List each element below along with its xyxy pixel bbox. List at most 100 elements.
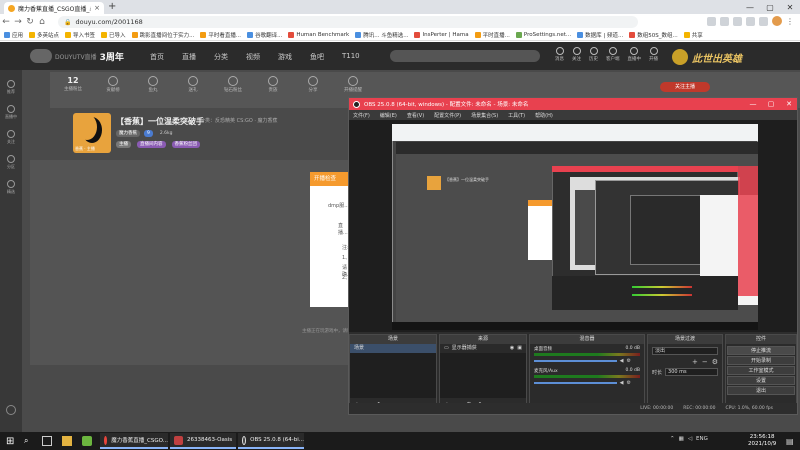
start-button[interactable]: ⊞ — [6, 436, 14, 447]
gear-icon[interactable]: ⚙ — [627, 358, 631, 364]
speaker-icon[interactable]: ◀ — [620, 380, 624, 386]
maximize-button[interactable]: ▢ — [760, 0, 780, 14]
volume-icon[interactable]: ◁ — [688, 436, 692, 442]
network-icon[interactable]: ▦ — [679, 436, 684, 442]
bookmark-item[interactable]: 平时看直播... — [200, 31, 241, 39]
task-view-icon[interactable] — [42, 436, 52, 446]
scene-item[interactable]: 场景 — [350, 344, 436, 353]
extension-icon[interactable] — [759, 16, 768, 26]
nav-item[interactable]: 鱼吧 — [310, 52, 324, 62]
gear-icon[interactable]: ⚙ — [712, 358, 718, 366]
nav-item[interactable]: 游戏 — [278, 52, 292, 62]
nav-item[interactable]: 直播 — [182, 52, 196, 62]
start-recording-button[interactable]: 开始录制 — [727, 356, 795, 365]
notification-icon[interactable]: ▤ — [786, 437, 794, 446]
minimize-button[interactable]: — — [740, 0, 760, 14]
bookmark-item[interactable]: 多英站点 — [29, 31, 59, 39]
transition-select[interactable]: 淡出 — [652, 347, 718, 355]
bookmark-item[interactable]: 数组50S_数组... — [629, 31, 678, 39]
gear-icon[interactable]: ⚙ — [627, 380, 631, 386]
menu-tools[interactable]: 工具(T) — [508, 112, 525, 119]
search-icon[interactable]: ⌕ — [24, 436, 34, 446]
taskbar-app-chrome[interactable]: 魔力香蕉直播_CSGO... — [100, 433, 168, 449]
eye-icon[interactable]: ◉ — [510, 344, 514, 353]
studio-mode-button[interactable]: 工作室模式 — [727, 366, 795, 375]
new-tab-button[interactable]: + — [108, 1, 116, 12]
sidebar-item[interactable]: 直播中 — [0, 105, 22, 120]
sidebar-item[interactable]: 精选 — [0, 180, 22, 195]
settings-icon[interactable] — [6, 405, 16, 415]
header-icon[interactable]: 开播 — [649, 47, 658, 62]
menu-help[interactable]: 帮助(H) — [535, 112, 553, 119]
menu-file[interactable]: 文件(F) — [353, 112, 370, 119]
bookmark-item[interactable]: 数据库 | 频道... — [577, 31, 623, 39]
stat-item[interactable]: 鱼丸 — [140, 76, 166, 93]
back-button[interactable]: ← — [0, 17, 12, 27]
settings-button[interactable]: 设置 — [727, 376, 795, 385]
owner-name[interactable]: 魔力香蕉 — [116, 130, 140, 137]
nav-item[interactable]: 首页 — [150, 52, 164, 62]
bookmark-item[interactable]: 谷歌翻译... — [247, 31, 282, 39]
close-button[interactable]: ✕ — [780, 0, 800, 14]
tag-chip[interactable]: 直播间内容 — [137, 141, 166, 148]
header-icon[interactable]: 消息 — [555, 47, 564, 62]
extension-icon[interactable] — [746, 16, 755, 26]
file-explorer-icon[interactable] — [62, 436, 72, 446]
stop-streaming-button[interactable]: 停止推流 — [727, 346, 795, 355]
douyu-search-input[interactable] — [390, 50, 540, 62]
add-icon[interactable]: + — [692, 358, 698, 366]
nav-item[interactable]: 视频 — [246, 52, 260, 62]
nav-item[interactable]: T110 — [342, 52, 360, 62]
room-category[interactable]: 分类：反恐精英 CS:GO · 魔力香蕉 — [200, 117, 278, 124]
lock-icon[interactable]: ▣ — [517, 344, 526, 353]
menu-view[interactable]: 查看(V) — [407, 112, 424, 119]
header-icon[interactable]: 客户端 — [606, 47, 620, 62]
bookmark-item[interactable]: 应用 — [4, 31, 23, 39]
exit-button[interactable]: 退出 — [727, 386, 795, 395]
taskbar-app-oasis[interactable]: 26338463-Oasis — [170, 433, 236, 449]
volume-slider[interactable] — [534, 382, 617, 384]
bookmark-item[interactable]: 共享 — [683, 31, 703, 39]
obs-close-button[interactable]: ✕ — [781, 98, 797, 110]
duration-input[interactable]: 300 ms — [665, 368, 718, 376]
bookmark-item[interactable]: 已导入 — [101, 31, 126, 39]
header-icon[interactable]: 历史 — [589, 47, 598, 62]
reload-button[interactable]: ↻ — [24, 17, 36, 27]
stat-item[interactable]: 钻石粉丝 — [220, 76, 246, 93]
tab-close-icon[interactable]: × — [94, 4, 100, 12]
stat-item[interactable]: 贵族 — [260, 76, 286, 93]
stat-item[interactable]: 送礼 — [180, 76, 206, 93]
scenes-list[interactable]: 场景 — [350, 344, 436, 398]
nav-item[interactable]: 分类 — [214, 52, 228, 62]
bookmark-item[interactable]: 平时直播... — [474, 31, 510, 39]
tag-chip[interactable]: 香蕉粉丝团 — [171, 141, 200, 148]
bookmark-item[interactable]: InsPerter | Hama — [414, 32, 469, 38]
room-avatar[interactable]: 香蕉 · 主播 — [73, 113, 111, 153]
obs-minimize-button[interactable]: — — [745, 98, 761, 110]
home-button[interactable]: ⌂ — [36, 17, 48, 27]
douyu-logo[interactable]: DOUYUTV直播 3周年 — [30, 49, 124, 63]
bookmark-item[interactable]: 跳影直播间位于实力... — [131, 31, 194, 39]
menu-profile[interactable]: 配置文件(P) — [434, 112, 461, 119]
remove-icon[interactable]: − — [702, 358, 708, 366]
address-bar[interactable]: 🔒 douyu.com/2001168 — [58, 16, 638, 28]
stat-item[interactable]: 开播提醒 — [340, 76, 366, 93]
nvidia-icon[interactable] — [82, 436, 92, 446]
sources-list[interactable]: ▭ 显示器捕获 ◉ ▣ — [440, 344, 526, 398]
extension-icon[interactable] — [720, 16, 729, 26]
obs-maximize-button[interactable]: ▢ — [763, 98, 779, 110]
menu-scene-collection[interactable]: 场景集合(S) — [471, 112, 498, 119]
taskbar-clock[interactable]: 23:56:18 2021/10/9 — [748, 434, 776, 448]
bookmark-item[interactable]: 导入书签 — [65, 31, 95, 39]
sidebar-item[interactable]: 关注 — [0, 130, 22, 145]
extension-icon[interactable] — [733, 16, 742, 26]
speaker-icon[interactable]: ◀ — [620, 358, 624, 364]
bookmark-item[interactable]: Human Benchmark — [288, 32, 349, 38]
bookmark-item[interactable]: 腾讯... 斗鱼精选... — [355, 31, 408, 39]
forward-button[interactable]: → — [12, 17, 24, 27]
extension-icon[interactable] — [707, 16, 716, 26]
header-icon[interactable]: 直播中 — [628, 47, 641, 62]
subscribe-button[interactable]: 关注主播 — [660, 82, 710, 92]
menu-edit[interactable]: 编辑(E) — [380, 112, 397, 119]
sidebar-item[interactable]: 分区 — [0, 155, 22, 170]
